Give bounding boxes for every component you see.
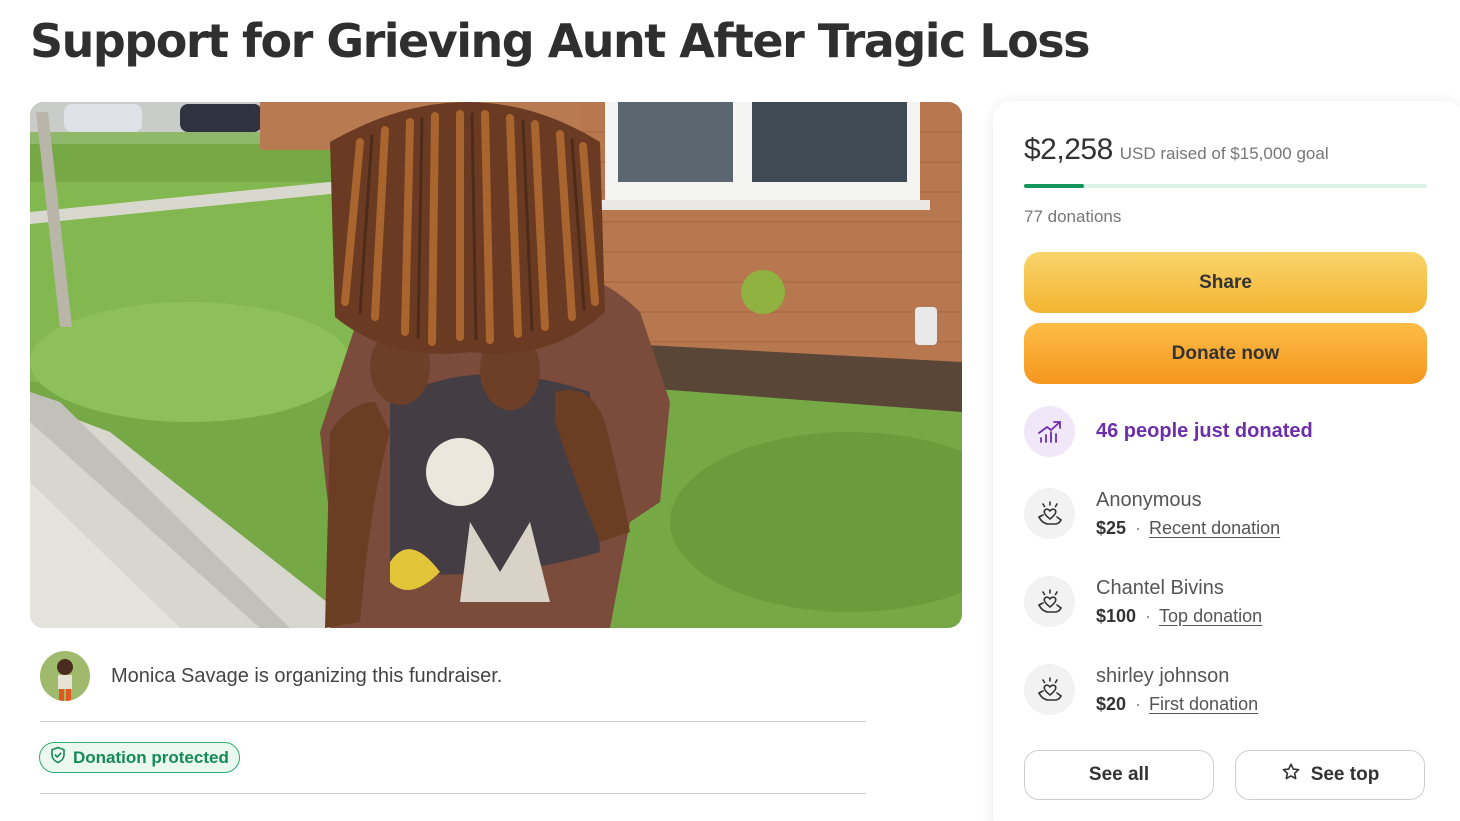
trending-text: 46 people just donated <box>1096 420 1313 442</box>
shield-check-icon <box>49 746 67 769</box>
donor-amount: $25 <box>1096 518 1127 538</box>
goal-text: USD raised of $15,000 goal <box>1119 144 1329 163</box>
donor-item: shirley johnson $20 · First donation <box>1024 664 1258 716</box>
divider <box>40 721 866 722</box>
donor-item: Chantel Bivins $100 · Top donation <box>1024 576 1262 628</box>
divider <box>40 793 866 794</box>
organizer-row: Monica Savage is organizing this fundrai… <box>40 650 502 702</box>
trending-row: 46 people just donated <box>1024 406 1313 457</box>
raised-summary: $2,258 USD raised of $15,000 goal <box>1024 133 1329 167</box>
campaign-photo <box>30 102 962 628</box>
star-icon <box>1281 762 1301 788</box>
heart-hands-icon <box>1024 488 1075 539</box>
donation-protected-label: Donation protected <box>73 747 229 767</box>
donation-count: 77 donations <box>1024 207 1122 226</box>
recent-donation-link[interactable]: Recent donation <box>1149 518 1280 538</box>
donation-card: $2,258 USD raised of $15,000 goal 77 don… <box>993 101 1460 821</box>
donor-name: Anonymous <box>1096 489 1202 511</box>
see-all-button[interactable]: See all <box>1024 750 1214 800</box>
organizer-avatar[interactable] <box>40 651 90 701</box>
donor-amount: $20 <box>1096 694 1127 714</box>
donor-name: Chantel Bivins <box>1096 577 1224 599</box>
heart-hands-icon <box>1024 576 1075 627</box>
separator-dot: · <box>1145 606 1152 626</box>
first-donation-link[interactable]: First donation <box>1149 694 1258 714</box>
separator-dot: · <box>1135 518 1142 538</box>
progress-fill <box>1024 184 1085 188</box>
campaign-hero-image[interactable] <box>30 102 962 628</box>
organizer-text: Monica Savage is organizing this fundrai… <box>111 664 503 687</box>
trending-up-icon <box>1024 406 1075 457</box>
raised-amount: $2,258 <box>1024 133 1113 166</box>
see-top-button[interactable]: See top <box>1235 750 1425 800</box>
donate-now-button[interactable]: Donate now <box>1024 323 1427 384</box>
donor-item: Anonymous $25 · Recent donation <box>1024 488 1280 540</box>
page-title: Support for Grieving Aunt After Tragic L… <box>30 14 1091 68</box>
share-button[interactable]: Share <box>1024 252 1427 313</box>
donation-protected-badge[interactable]: Donation protected <box>39 742 240 773</box>
separator-dot: · <box>1135 694 1142 714</box>
donor-name: shirley johnson <box>1096 665 1230 687</box>
top-donation-link[interactable]: Top donation <box>1159 606 1262 626</box>
see-top-label: See top <box>1310 764 1380 785</box>
heart-hands-icon <box>1024 664 1075 715</box>
see-all-label: See all <box>1088 764 1150 785</box>
progress-bar <box>1024 184 1427 188</box>
donor-amount: $100 <box>1096 606 1137 626</box>
